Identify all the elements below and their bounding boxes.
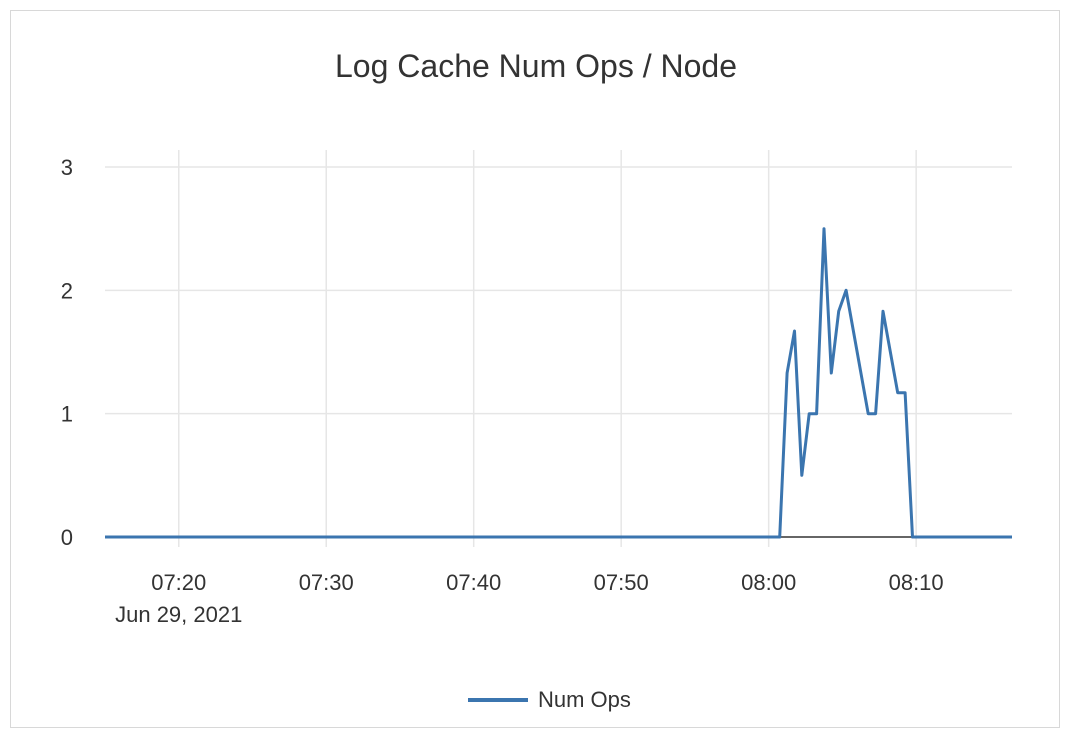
x-tick-label: 08:10 [889,570,944,595]
x-tick-label: 07:40 [446,570,501,595]
y-tick-label: 1 [61,402,73,427]
x-tick-label: 08:00 [741,570,796,595]
x-tick-label: 07:30 [299,570,354,595]
y-tick-label: 3 [61,155,73,180]
y-tick-label: 0 [61,525,73,550]
legend-swatch [468,698,528,702]
legend: Num Ops [468,686,631,714]
x-date-label: Jun 29, 2021 [115,602,242,627]
x-tick-label: 07:20 [151,570,206,595]
y-tick-label: 2 [61,278,73,303]
chart-plot-area: 0 1 2 3 07:20 Jun 29, 2021 07:30 07:40 07:50 08:… [61,150,1012,627]
series-line-num-ops [105,227,1012,539]
x-tick-label: 07:50 [594,570,649,595]
legend-label: Num Ops [538,687,631,712]
